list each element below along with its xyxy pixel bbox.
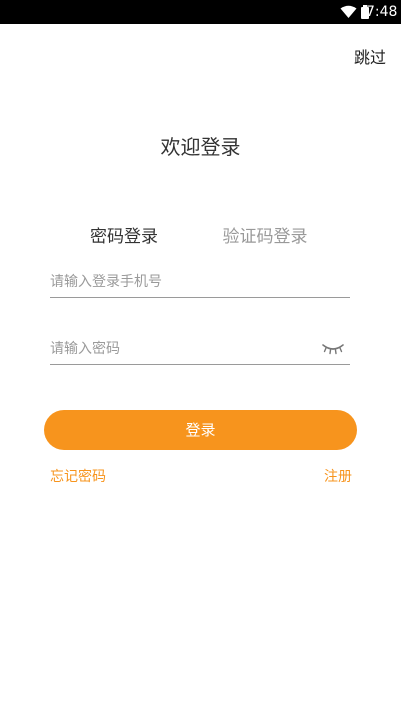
status-bar: 7:48 bbox=[0, 0, 401, 24]
password-input[interactable] bbox=[50, 334, 350, 365]
page-title: 欢迎登录 bbox=[160, 135, 241, 159]
tab-password-login[interactable]: 密码登录 bbox=[80, 224, 168, 250]
status-time: 7:48 bbox=[366, 4, 398, 20]
register-link[interactable]: 注册 bbox=[318, 467, 352, 487]
skip-button[interactable]: 跳过 bbox=[348, 46, 392, 70]
tab-sms-code-login[interactable]: 验证码登录 bbox=[215, 224, 315, 250]
wifi-icon bbox=[340, 5, 357, 18]
phone-input[interactable] bbox=[50, 267, 350, 298]
forgot-password-link[interactable]: 忘记密码 bbox=[50, 467, 112, 487]
eye-closed-icon[interactable] bbox=[322, 340, 344, 356]
login-button[interactable]: 登录 bbox=[44, 410, 357, 450]
